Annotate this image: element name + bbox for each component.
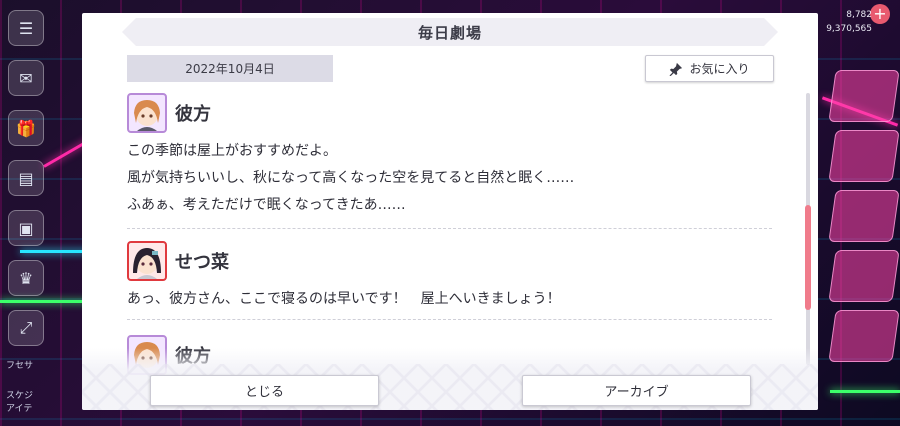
rail-label-1: フセサ <box>6 361 34 371</box>
dialogue-lines: この季節は屋上がおすすめだよ。 風が気持ちいいし、秋になって高くなった空を見てる… <box>127 138 772 219</box>
dialogue-line: ふあぁ、考えただけで眠くなってきたあ…… <box>127 197 406 213</box>
stat-value-2: 9,370,565 <box>826 24 872 34</box>
left-menu-rail: ☰ ✉ 🎁 ▤ ▣ ♛ ⤢ フセサ スケジ アイテ <box>0 0 82 426</box>
dialogue-scroll-area[interactable]: 彼方 この季節は屋上がおすすめだよ。 風が気持ちいいし、秋になって高くなった空を… <box>127 91 777 381</box>
menu-tile[interactable] <box>828 190 900 242</box>
archive-button-label: アーカイブ <box>604 385 669 400</box>
menu-tile[interactable] <box>828 70 900 122</box>
menu-tile[interactable] <box>828 310 900 362</box>
gift-icon[interactable]: 🎁 <box>8 110 44 146</box>
scrollbar-thumb[interactable] <box>805 205 811 310</box>
dialogue-line: この季節は屋上がおすすめだよ。 <box>127 143 337 159</box>
dialogue-entry: 彼方 この季節は屋上がおすすめだよ。 風が気持ちいいし、秋になって高くなった空を… <box>127 91 772 219</box>
fullscreen-icon[interactable]: ⤢ <box>8 310 44 346</box>
dialogue-line: 風が気持ちいいし、秋になって高くなった空を見てると自然と眠く…… <box>127 170 575 186</box>
dialogue-entry: せつ菜 あっ、彼方さん、ここで寝るのは早いです！ 屋上へいきましょう！ <box>127 239 772 313</box>
pin-icon <box>669 62 683 76</box>
dialogue-lines: あっ、彼方さん、ここで寝るのは早いです！ 屋上へいきましょう！ <box>127 286 772 313</box>
favorite-button[interactable]: お気に入り <box>645 55 774 82</box>
speaker-row: せつ菜 <box>127 239 772 283</box>
chat-icon[interactable]: ✉ <box>8 60 44 96</box>
right-menu-rail: + 8,782 9,370,565 <box>818 0 900 426</box>
notice-icon[interactable]: ▤ <box>8 160 44 196</box>
add-currency-icon[interactable]: + <box>870 4 890 24</box>
entry-divider <box>127 228 772 229</box>
kanata-avatar <box>127 93 167 133</box>
dialog-title: 毎日劇場 <box>417 23 482 42</box>
speaker-name: 彼方 <box>175 104 211 125</box>
speaker-name: せつ菜 <box>175 252 229 273</box>
rail-label-2: スケジ アイテ <box>6 391 34 414</box>
speaker-row: 彼方 <box>127 91 772 135</box>
archive-button[interactable]: アーカイブ <box>522 375 751 406</box>
trophy-icon[interactable]: ♛ <box>8 260 44 296</box>
close-button[interactable]: とじる <box>150 375 379 406</box>
close-button-label: とじる <box>244 385 284 400</box>
dialog-title-bar: 毎日劇場 <box>122 18 778 46</box>
setsuna-avatar <box>127 241 167 281</box>
menu-tile[interactable] <box>828 130 900 182</box>
dialogue-line: あっ、彼方さん、ここで寝るのは早いです！ 屋上へいきましょう！ <box>127 291 561 307</box>
entry-divider <box>127 319 772 320</box>
menu-tile[interactable] <box>828 250 900 302</box>
favorite-button-label: お気に入り <box>689 62 750 76</box>
menu-icon[interactable]: ☰ <box>8 10 44 46</box>
news-icon[interactable]: ▣ <box>8 210 44 246</box>
date-label: 2022年10月4日 <box>127 55 333 82</box>
stat-value-1: 8,782 <box>846 10 872 20</box>
daily-theater-dialog: 毎日劇場 2022年10月4日 お気に入り 彼方 この季節は屋上がおすすめだよ。… <box>82 13 818 410</box>
